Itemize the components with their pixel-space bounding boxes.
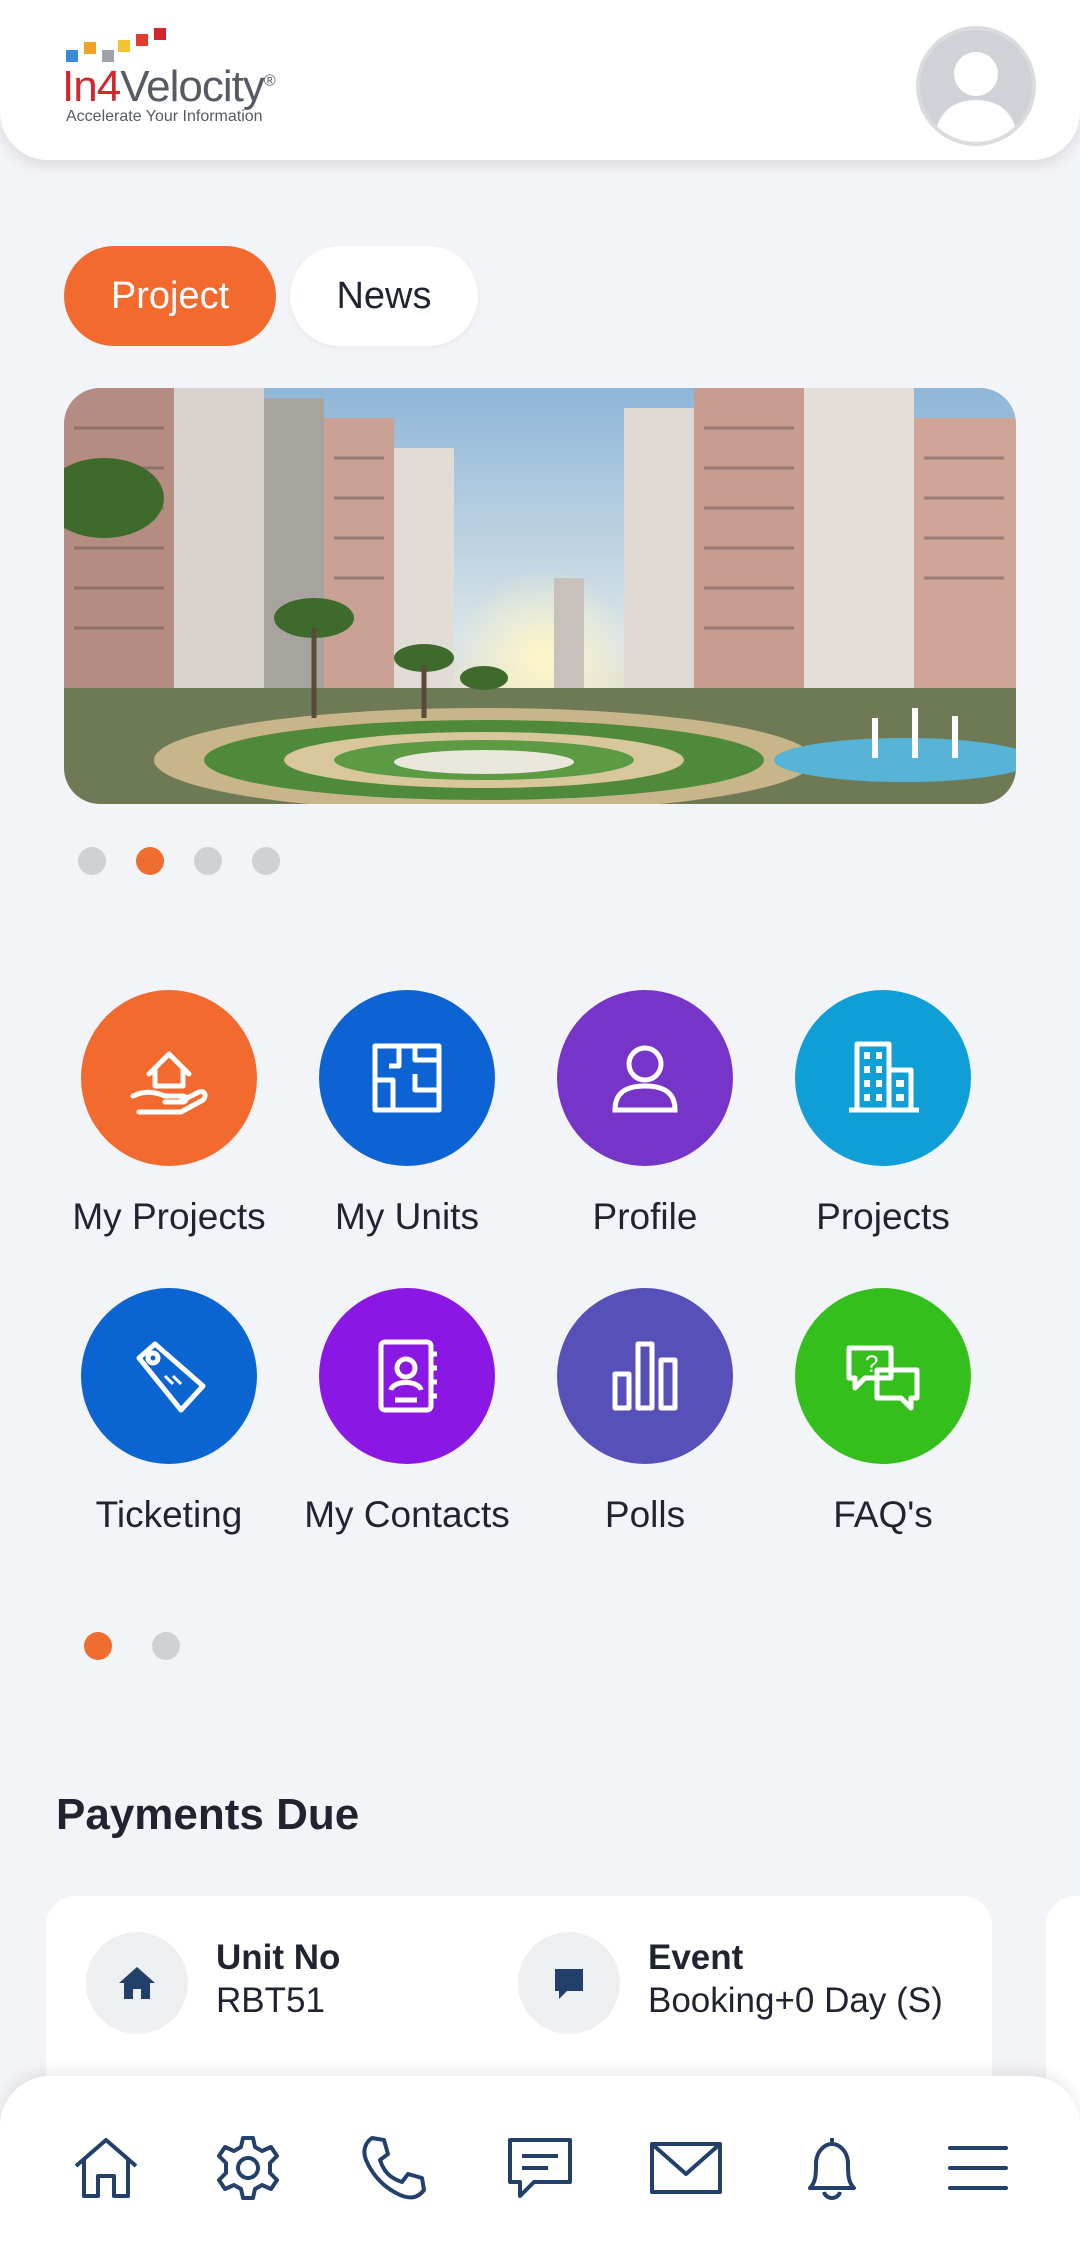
menu-label: My Units — [335, 1196, 479, 1237]
menu-icon[interactable] — [938, 2128, 1018, 2208]
tag-icon — [81, 1288, 257, 1464]
in4velocity-logo[interactable]: In4Velocity® Accelerate Your Information — [62, 28, 322, 128]
menu-faqs[interactable]: ? FAQ's — [758, 1288, 1008, 1536]
menu-label: Profile — [592, 1196, 698, 1237]
event-field: Event Booking+0 Day (S) — [518, 1932, 948, 2034]
person-icon — [557, 990, 733, 1166]
menu-label: My Contacts — [304, 1494, 510, 1535]
menu-ticketing[interactable]: Ticketing — [44, 1288, 294, 1536]
settings-gear-icon[interactable] — [208, 2128, 288, 2208]
menu-polls[interactable]: Polls — [520, 1288, 770, 1536]
tab-news[interactable]: News — [290, 246, 478, 346]
home-icon — [86, 1932, 188, 2034]
event-label: Event — [648, 1938, 744, 1977]
home-icon[interactable] — [66, 2128, 146, 2208]
menu-pagination — [84, 1632, 220, 1660]
menu-label: FAQ's — [833, 1494, 933, 1535]
menu-label: Ticketing — [95, 1494, 243, 1535]
menu-page-dot-1[interactable] — [84, 1632, 112, 1660]
banner-dot-1[interactable] — [78, 847, 106, 875]
banner-dot-2[interactable] — [136, 847, 164, 875]
banner-dot-4[interactable] — [252, 847, 280, 875]
menu-projects[interactable]: Projects — [758, 990, 1008, 1238]
logo-wordmark: In4Velocity® — [62, 62, 276, 111]
chat-icon[interactable] — [500, 2128, 580, 2208]
user-avatar-icon[interactable] — [916, 26, 1036, 146]
building-icon — [795, 990, 971, 1166]
banner-dot-3[interactable] — [194, 847, 222, 875]
bottom-navigation — [0, 2076, 1080, 2253]
bar-chart-icon — [557, 1288, 733, 1464]
menu-label: Polls — [604, 1494, 686, 1535]
message-icon — [518, 1932, 620, 2034]
menu-page-dot-2[interactable] — [152, 1632, 180, 1660]
logo-tagline: Accelerate Your Information — [66, 108, 263, 125]
banner-pagination — [78, 847, 310, 875]
unit-value: RBT51 — [216, 1981, 325, 2020]
menu-my-units[interactable]: My Units — [282, 990, 532, 1238]
tab-project[interactable]: Project — [64, 246, 276, 346]
home-hand-icon — [81, 990, 257, 1166]
menu-my-projects[interactable]: My Projects — [44, 990, 294, 1238]
menu-label: Projects — [816, 1196, 950, 1237]
unit-label: Unit No — [216, 1938, 341, 1977]
event-value: Booking+0 Day (S) — [648, 1981, 943, 2020]
chat-question-icon: ? — [795, 1288, 971, 1464]
menu-label: My Projects — [72, 1196, 266, 1237]
mail-icon[interactable] — [646, 2128, 726, 2208]
menu-profile[interactable]: Profile — [520, 990, 770, 1238]
payments-due-title: Payments Due — [56, 1790, 360, 1839]
project-banner-image[interactable] — [64, 388, 1016, 804]
app-header: In4Velocity® Accelerate Your Information — [0, 0, 1080, 160]
contact-book-icon — [319, 1288, 495, 1464]
floor-plan-icon — [319, 990, 495, 1166]
svg-text:?: ? — [865, 1351, 878, 1378]
phone-icon[interactable] — [354, 2128, 434, 2208]
bell-icon[interactable] — [792, 2128, 872, 2208]
menu-my-contacts[interactable]: My Contacts — [282, 1288, 532, 1536]
unit-field: Unit No RBT51 — [86, 1932, 516, 2034]
